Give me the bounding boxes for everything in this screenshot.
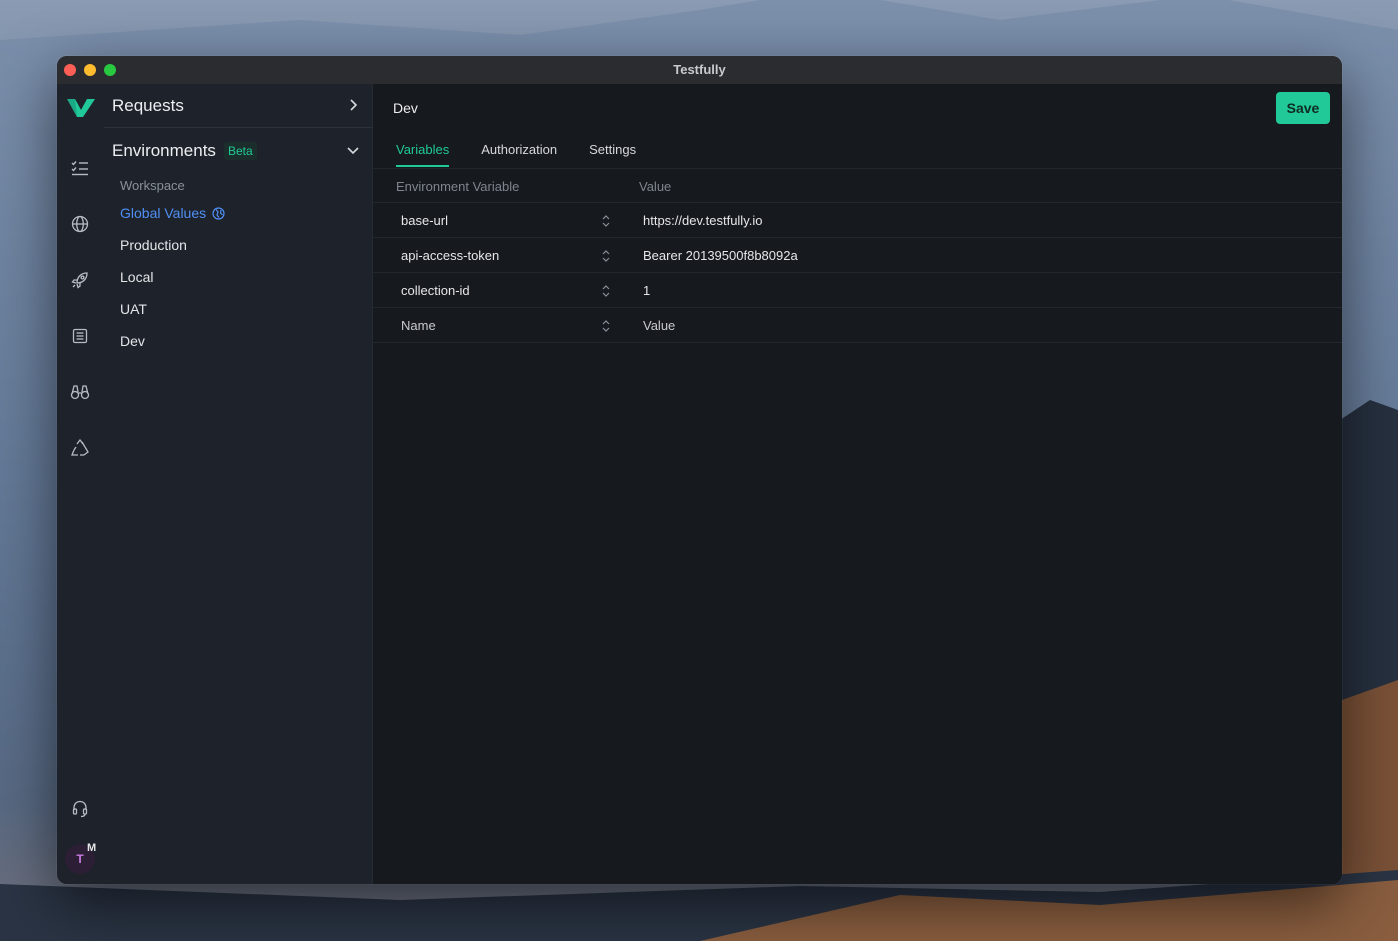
workspace-badge: M bbox=[87, 842, 97, 854]
window-title: Testfully bbox=[673, 62, 726, 77]
variable-value-field[interactable]: Bearer 20139500f8b8092a bbox=[643, 248, 798, 263]
variable-value-field[interactable]: https://dev.testfully.io bbox=[643, 213, 762, 228]
env-item-label: Global Values bbox=[120, 205, 207, 221]
tab-authorization[interactable]: Authorization bbox=[481, 142, 557, 168]
env-item-uat[interactable]: UAT bbox=[120, 299, 147, 319]
requests-section-header[interactable]: Requests bbox=[104, 84, 372, 128]
column-header-variable: Environment Variable bbox=[396, 179, 520, 194]
binoculars-icon[interactable] bbox=[69, 381, 91, 403]
environment-editor: Dev Save Variables Authorization Setting… bbox=[373, 84, 1342, 884]
new-variable-row: Name Value bbox=[373, 308, 1342, 343]
recycle-icon[interactable] bbox=[69, 437, 91, 459]
environment-title: Dev bbox=[393, 100, 418, 116]
env-item-dev[interactable]: Dev bbox=[120, 331, 145, 351]
app-window: Testfully T M Requests Environments Beta… bbox=[57, 56, 1342, 884]
env-item-label: UAT bbox=[120, 301, 147, 317]
rocket-icon[interactable] bbox=[69, 269, 91, 291]
workspace-label: Workspace bbox=[120, 178, 185, 193]
variable-value-field[interactable]: 1 bbox=[643, 283, 650, 298]
table-row: api-access-token Bearer 20139500f8b8092a bbox=[373, 238, 1342, 273]
new-variable-value-input[interactable]: Value bbox=[643, 318, 675, 333]
table-row: base-url https://dev.testfully.io bbox=[373, 203, 1342, 238]
env-item-global-values[interactable]: Global Values bbox=[120, 203, 225, 223]
globe-icon[interactable] bbox=[69, 213, 91, 235]
sort-stepper-icon[interactable] bbox=[601, 284, 611, 298]
globe-badge-icon bbox=[212, 206, 225, 220]
document-list-icon[interactable] bbox=[69, 325, 91, 347]
editor-tabs: Variables Authorization Settings bbox=[396, 142, 668, 168]
checklist-icon[interactable] bbox=[69, 157, 91, 179]
chevron-right-icon bbox=[350, 99, 358, 111]
env-item-production[interactable]: Production bbox=[120, 235, 187, 255]
requests-title: Requests bbox=[112, 95, 184, 115]
new-variable-name-input[interactable]: Name bbox=[401, 318, 436, 333]
env-item-label: Dev bbox=[120, 333, 145, 349]
tab-settings[interactable]: Settings bbox=[589, 142, 636, 168]
tab-variables[interactable]: Variables bbox=[396, 142, 450, 168]
title-bar: Testfully bbox=[57, 56, 1342, 85]
sort-stepper-icon[interactable] bbox=[601, 249, 611, 263]
beta-badge: Beta bbox=[223, 142, 257, 160]
variable-name-field[interactable]: api-access-token bbox=[401, 248, 499, 263]
env-item-label: Local bbox=[120, 269, 154, 285]
sort-stepper-icon[interactable] bbox=[601, 319, 611, 333]
environments-section-header[interactable]: Environments Beta bbox=[104, 129, 372, 173]
save-button[interactable]: Save bbox=[1276, 92, 1330, 124]
environments-title: Environments bbox=[112, 141, 216, 160]
support-headset-icon[interactable] bbox=[69, 798, 91, 820]
column-header-value: Value bbox=[639, 179, 672, 194]
chevron-down-icon bbox=[347, 147, 359, 155]
icon-rail: T M bbox=[57, 84, 105, 884]
table-row: collection-id 1 bbox=[373, 273, 1342, 308]
sidebar: Requests Environments Beta Workspace Glo… bbox=[104, 84, 373, 884]
sort-stepper-icon[interactable] bbox=[601, 214, 611, 228]
variables-table-header: Environment Variable Value bbox=[373, 168, 1342, 203]
testfully-logo-icon[interactable] bbox=[66, 96, 96, 120]
env-item-local[interactable]: Local bbox=[120, 267, 153, 287]
variable-name-field[interactable]: collection-id bbox=[401, 283, 470, 298]
env-item-label: Production bbox=[120, 237, 187, 253]
variable-name-field[interactable]: base-url bbox=[401, 213, 448, 228]
